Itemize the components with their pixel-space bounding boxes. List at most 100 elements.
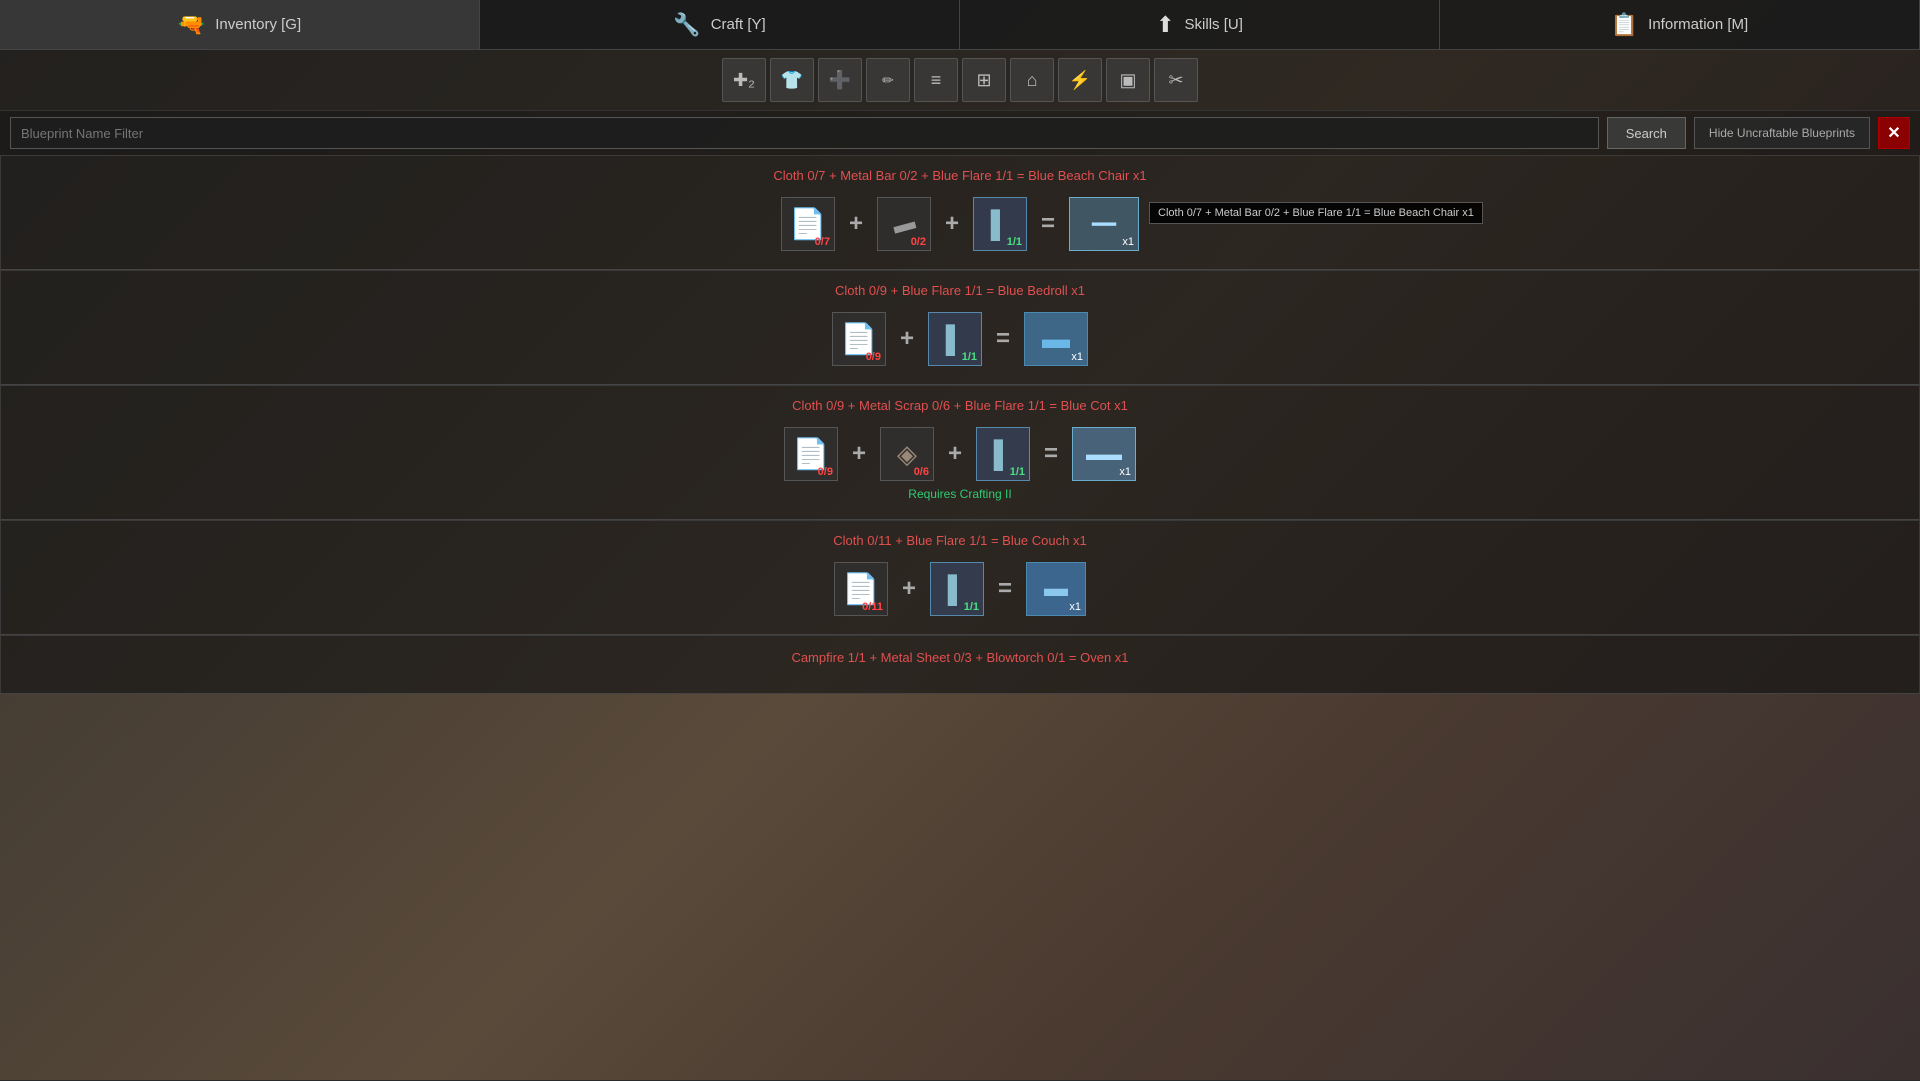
recipe-blue-couch-title: Cloth 0/11 + Blue Flare 1/1 = Blue Couch… [21, 533, 1899, 548]
toolbar-tools[interactable]: ✂ [1154, 58, 1198, 102]
nav-information[interactable]: 📋 Information [M] [1440, 0, 1920, 49]
toolbar-electricity-icon: ⚡ [1069, 70, 1091, 91]
scrap-item-box-3: ◈ 0/6 [880, 427, 934, 481]
blueflare-item-box-1: ▌ 1/1 [973, 197, 1027, 251]
blueflare-icon-1: ▌ [991, 209, 1009, 240]
nav-craft[interactable]: 🔧 Craft [Y] [480, 0, 960, 49]
toolbar-ammo-icon: ⊞ [976, 70, 991, 91]
blueflare-count-1: 1/1 [1007, 236, 1022, 248]
ingredient-metalbar-1: ▬ 0/2 [877, 197, 931, 251]
recipe-blue-beach-chair[interactable]: Cloth 0/7 + Metal Bar 0/2 + Blue Flare 1… [0, 155, 1920, 270]
blueflare-count-2: 1/1 [962, 351, 977, 363]
toolbar-all-icon: ✚₂ [733, 70, 755, 91]
ingredient-cloth-2: 📄 0/9 [832, 312, 886, 366]
recipe-oven[interactable]: Campfire 1/1 + Metal Sheet 0/3 + Blowtor… [0, 635, 1920, 694]
result-icon-1: ━━ [1092, 212, 1116, 237]
crafting-list: Cloth 0/7 + Metal Bar 0/2 + Blue Flare 1… [0, 155, 1920, 1081]
cloth-item-box-1: 📄 0/7 [781, 197, 835, 251]
plus-op-3: + [900, 325, 914, 353]
plus-op-1: + [849, 210, 863, 238]
toolbar-housing[interactable]: ⌂ [1010, 58, 1054, 102]
skills-icon: ⬆ [1156, 12, 1174, 38]
result-box-1: ━━ x1 [1069, 197, 1139, 251]
equals-op-3: = [1044, 440, 1058, 468]
cloth-count-3: 0/9 [818, 466, 833, 478]
result-blue-beach-chair: ━━ x1 Cloth 0/7 + Metal Bar 0/2 + Blue F… [1069, 197, 1139, 251]
recipe-blue-bedroll[interactable]: Cloth 0/9 + Blue Flare 1/1 = Blue Bedrol… [0, 270, 1920, 385]
recipe-blue-cot-row: 📄 0/9 + ◈ 0/6 + ▌ 1/1 = ▬ [21, 427, 1899, 481]
toolbar-housing-icon: ⌂ [1027, 70, 1038, 91]
equals-op-4: = [998, 575, 1012, 603]
blueflare-count-4: 1/1 [964, 601, 979, 613]
nav-skills[interactable]: ⬆ Skills [U] [960, 0, 1440, 49]
scrap-count-3: 0/6 [914, 466, 929, 478]
scrap-icon-3: ◈ [897, 439, 917, 470]
result-blue-cot: ▬▬ x1 [1072, 427, 1136, 481]
toolbar-all[interactable]: ✚₂ [722, 58, 766, 102]
result-icon-4: ▬ [1044, 575, 1068, 603]
cloth-count-4: 0/11 [862, 601, 883, 613]
ingredient-blueflare-4: ▌ 1/1 [930, 562, 984, 616]
nav-inventory[interactable]: 🔫 Inventory [G] [0, 0, 480, 49]
ingredient-scrap-3: ◈ 0/6 [880, 427, 934, 481]
ingredient-blueflare-1: ▌ 1/1 [973, 197, 1027, 251]
nav-skills-label: Skills [U] [1185, 16, 1243, 33]
result-blue-couch: ▬ x1 [1026, 562, 1086, 616]
toolbar-electricity[interactable]: ⚡ [1058, 58, 1102, 102]
equals-op-2: = [996, 325, 1010, 353]
cloth-item-box-2: 📄 0/9 [832, 312, 886, 366]
search-bar: Search Hide Uncraftable Blueprints ✕ [0, 111, 1920, 155]
toolbar-melee-icon: ✏ [882, 72, 894, 89]
recipe-blue-couch-row: 📄 0/11 + ▌ 1/1 = ▬ x1 [21, 562, 1899, 616]
toolbar-melee[interactable]: ✏ [866, 58, 910, 102]
nav-craft-label: Craft [Y] [711, 16, 766, 33]
toolbar-storage-icon: ▣ [1119, 70, 1136, 91]
blueflare-count-3: 1/1 [1010, 466, 1025, 478]
nav-information-label: Information [M] [1648, 16, 1748, 33]
toolbar-clothing[interactable]: 👕 [770, 58, 814, 102]
cloth-item-box-4: 📄 0/11 [834, 562, 888, 616]
plus-op-5: + [948, 440, 962, 468]
toolbar-ranged[interactable]: ≡ [914, 58, 958, 102]
cloth-count-2: 0/9 [866, 351, 881, 363]
ingredient-cloth-1: 📄 0/7 [781, 197, 835, 251]
result-count-4: x1 [1069, 601, 1081, 613]
result-icon-3: ▬▬ [1086, 444, 1122, 465]
inventory-icon: 🔫 [178, 12, 205, 38]
close-icon: ✕ [1887, 123, 1900, 143]
recipe-blue-couch[interactable]: Cloth 0/11 + Blue Flare 1/1 = Blue Couch… [0, 520, 1920, 635]
metalbar-item-box-1: ▬ 0/2 [877, 197, 931, 251]
result-icon-2: ▬ [1042, 323, 1070, 355]
blueflare-icon-3: ▌ [994, 439, 1012, 470]
ingredient-cloth-4: 📄 0/11 [834, 562, 888, 616]
recipe-blue-beach-chair-row: 📄 0/7 + ▬ 0/2 + ▌ 1/1 = [21, 197, 1899, 251]
cloth-item-box-3: 📄 0/9 [784, 427, 838, 481]
craft-toolbar: ✚₂ 👕 ➕ ✏ ≡ ⊞ ⌂ ⚡ ▣ ✂ [0, 50, 1920, 111]
cloth-count-1: 0/7 [815, 236, 830, 248]
toolbar-medical[interactable]: ➕ [818, 58, 862, 102]
close-search-button[interactable]: ✕ [1878, 117, 1910, 149]
plus-op-6: + [902, 575, 916, 603]
hide-uncraftable-button[interactable]: Hide Uncraftable Blueprints [1694, 117, 1870, 149]
toolbar-storage[interactable]: ▣ [1106, 58, 1150, 102]
search-input[interactable] [10, 117, 1599, 149]
recipe-blue-cot-title: Cloth 0/9 + Metal Scrap 0/6 + Blue Flare… [21, 398, 1899, 413]
ingredient-cloth-3: 📄 0/9 [784, 427, 838, 481]
tooltip-beach-chair: Cloth 0/7 + Metal Bar 0/2 + Blue Flare 1… [1149, 202, 1483, 224]
requires-crafting-label: Requires Crafting II [21, 487, 1899, 501]
result-count-1: x1 [1122, 236, 1134, 248]
toolbar-medical-icon: ➕ [829, 70, 851, 91]
toolbar-ammo[interactable]: ⊞ [962, 58, 1006, 102]
toolbar-ranged-icon: ≡ [931, 70, 942, 91]
recipe-blue-beach-chair-title: Cloth 0/7 + Metal Bar 0/2 + Blue Flare 1… [21, 168, 1899, 183]
plus-op-2: + [945, 210, 959, 238]
toolbar-clothing-icon: 👕 [781, 70, 803, 91]
nav-inventory-label: Inventory [G] [215, 16, 301, 33]
recipe-blue-cot[interactable]: Cloth 0/9 + Metal Scrap 0/6 + Blue Flare… [0, 385, 1920, 520]
blueflare-icon-4: ▌ [948, 574, 966, 605]
toolbar-tools-icon: ✂ [1168, 70, 1183, 91]
ingredient-blueflare-3: ▌ 1/1 [976, 427, 1030, 481]
search-button[interactable]: Search [1607, 117, 1686, 149]
blueflare-item-box-4: ▌ 1/1 [930, 562, 984, 616]
blueflare-item-box-2: ▌ 1/1 [928, 312, 982, 366]
